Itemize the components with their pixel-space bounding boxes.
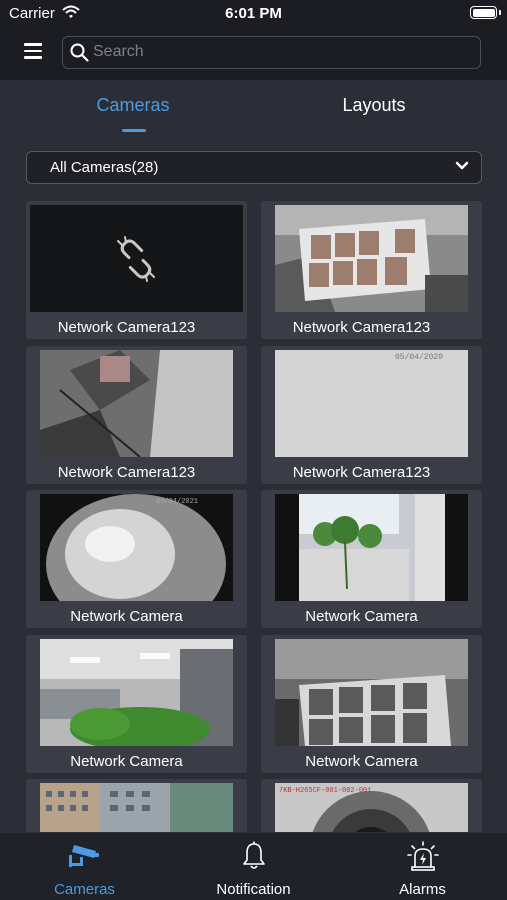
camera-tile[interactable]: Network Camera	[261, 635, 482, 773]
camera-thumbnail: 7KB-H265CF-001-002-001	[275, 783, 468, 832]
search-input[interactable]	[93, 37, 473, 67]
camera-thumbnail	[275, 494, 468, 601]
camera-tile[interactable]: 7KB-H265CF-001-002-001	[261, 779, 482, 832]
active-tab-indicator	[122, 129, 146, 132]
hamburger-menu-icon[interactable]	[24, 43, 42, 59]
camera-tile[interactable]: Network Camera	[26, 635, 247, 773]
camera-thumbnail	[30, 205, 243, 312]
battery-icon	[470, 6, 497, 19]
status-bar: Carrier 6:01 PM	[0, 0, 507, 30]
thumb-caption: 7KB-H265CF-001-002-001	[279, 787, 371, 795]
main-content: Cameras Layouts All Cameras(28) Network …	[0, 80, 507, 832]
camera-thumbnail: 05/04/2020	[275, 350, 468, 457]
clock: 6:01 PM	[225, 5, 282, 22]
camera-name: Network Camera	[305, 753, 418, 770]
camera-tile[interactable]: 04/04/2021 Network Camera	[26, 490, 247, 628]
bottom-tab-bar: Cameras Notification Alarms	[0, 832, 507, 900]
tab-layouts[interactable]: Layouts	[274, 95, 474, 116]
segment-tabs: Cameras Layouts	[0, 80, 507, 140]
camera-name: Network Camera123	[57, 464, 196, 481]
siren-icon	[406, 841, 439, 871]
camera-tile[interactable]: Network Camera	[261, 490, 482, 628]
camera-name: Network Camera	[70, 753, 183, 770]
chevron-down-icon	[455, 161, 469, 170]
camera-filter-value: All Cameras(28)	[50, 159, 159, 176]
camera-name: Network Camera	[305, 608, 418, 625]
camera-tile[interactable]	[26, 779, 247, 832]
broken-link-icon	[117, 236, 155, 282]
camera-name: Network Camera	[70, 608, 183, 625]
camera-thumbnail	[40, 350, 233, 457]
camera-thumbnail: 04/04/2021	[40, 494, 233, 601]
battery-cap	[499, 10, 501, 15]
camera-thumbnail	[40, 783, 233, 832]
camera-thumbnail	[40, 639, 233, 746]
top-bar	[0, 30, 507, 80]
camera-tile[interactable]: Network Camera123	[26, 201, 247, 339]
bell-icon	[242, 841, 265, 869]
camera-name: Network Camera123	[292, 319, 431, 336]
tab-cameras[interactable]: Cameras	[33, 95, 233, 116]
camera-filter-dropdown[interactable]: All Cameras(28)	[26, 151, 482, 184]
camera-tile[interactable]: Network Camera123	[26, 346, 247, 484]
search-box[interactable]	[62, 36, 481, 69]
search-icon	[70, 43, 89, 62]
bottom-tab-label: Notification	[216, 881, 291, 898]
camera-name: Network Camera123	[292, 464, 431, 481]
camera-tile[interactable]: 05/04/2020 Network Camera123	[261, 346, 482, 484]
camera-name: Network Camera123	[57, 319, 196, 336]
bottom-tab-alarms[interactable]: Alarms	[338, 833, 507, 900]
cctv-camera-icon	[68, 845, 99, 867]
thumb-date: 05/04/2020	[395, 353, 443, 362]
camera-tile[interactable]: Network Camera123	[261, 201, 482, 339]
camera-thumbnail	[275, 205, 468, 312]
bottom-tab-notification[interactable]: Notification	[169, 833, 338, 900]
bottom-tab-label: Alarms	[399, 881, 446, 898]
thumb-date: 04/04/2021	[156, 498, 198, 506]
bottom-tab-cameras[interactable]: Cameras	[0, 833, 169, 900]
camera-thumbnail	[275, 639, 468, 746]
bottom-tab-label: Cameras	[54, 881, 115, 898]
